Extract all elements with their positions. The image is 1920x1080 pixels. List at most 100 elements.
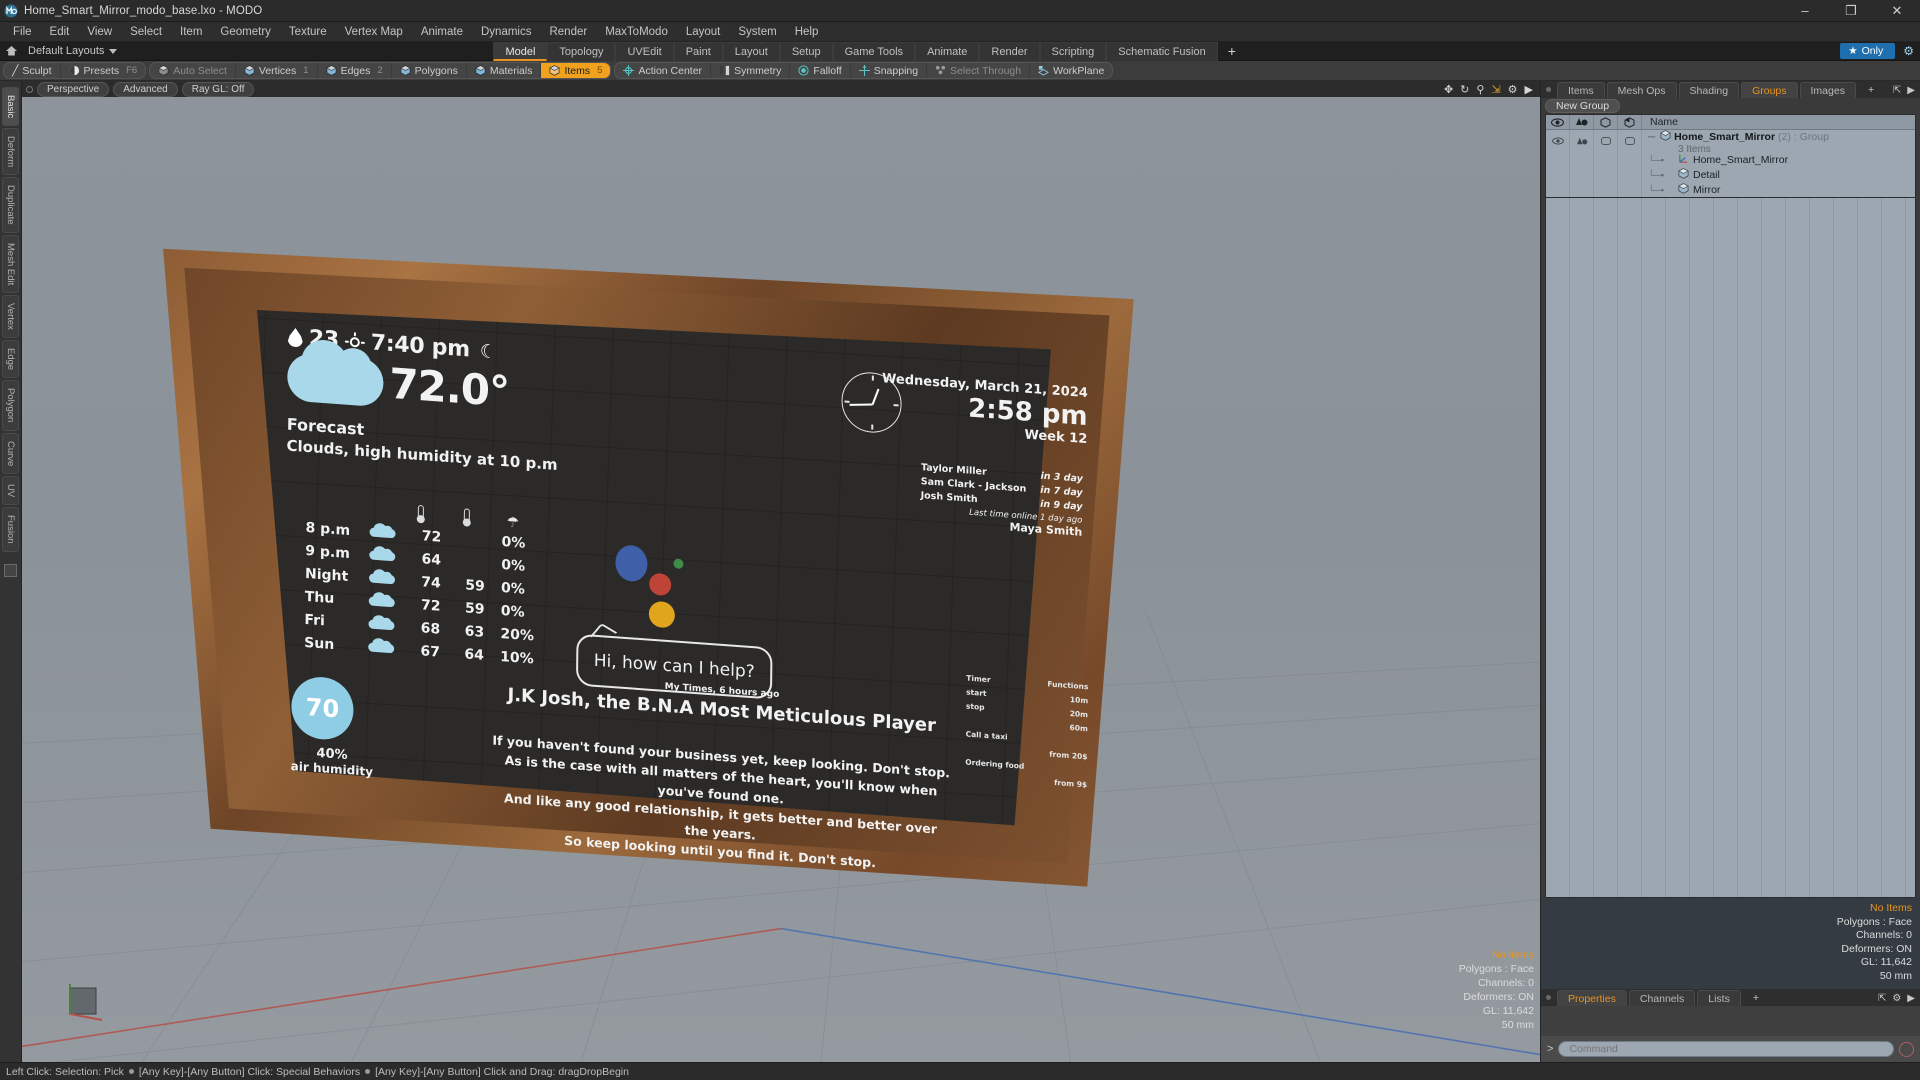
- rotate-icon[interactable]: ↻: [1460, 83, 1469, 96]
- viewport-pill-raygl[interactable]: Ray GL: Off: [181, 81, 255, 97]
- menu-item-edit[interactable]: Edit: [41, 24, 79, 40]
- add-properties-tab-button[interactable]: +: [1743, 990, 1769, 1006]
- mode-button-sculpt[interactable]: ╱ Sculpt: [4, 63, 61, 78]
- mode-button-workplane[interactable]: WorkPlane: [1030, 63, 1112, 78]
- mode-button-action-center[interactable]: Action Center: [615, 63, 712, 78]
- viewport-menu-dot-icon[interactable]: [26, 85, 33, 93]
- shade-column-cell[interactable]: [1618, 182, 1642, 197]
- render-column-cell[interactable]: [1570, 152, 1594, 167]
- chevron-right-icon[interactable]: ▶: [1907, 85, 1915, 96]
- menu-item-dynamics[interactable]: Dynamics: [472, 24, 540, 40]
- eye-column-cell[interactable]: [1546, 182, 1570, 197]
- move-icon[interactable]: ✥: [1444, 83, 1453, 96]
- shade-column-cell[interactable]: [1618, 167, 1642, 182]
- layout-tab-scripting[interactable]: Scripting: [1039, 41, 1107, 61]
- wire-column-cell[interactable]: [1594, 152, 1618, 167]
- mode-button-select-through[interactable]: Select Through: [927, 63, 1031, 78]
- properties-tab-properties[interactable]: Properties: [1557, 990, 1627, 1006]
- panel-tab-items[interactable]: Items: [1557, 82, 1605, 98]
- gear-icon[interactable]: ⚙: [1508, 83, 1518, 96]
- shaded-toggle[interactable]: [1618, 130, 1642, 152]
- tree-row-group[interactable]: ─ Home_Smart_Mirror (2): Group 3 Items: [1546, 130, 1915, 155]
- panel-menu-dot-icon[interactable]: [1546, 87, 1551, 92]
- layout-tab-model[interactable]: Model: [493, 41, 548, 61]
- rail-tab-vertex[interactable]: Vertex: [2, 295, 19, 339]
- mode-button-snapping[interactable]: Snapping: [851, 63, 928, 78]
- menu-item-select[interactable]: Select: [121, 24, 171, 40]
- menu-item-animate[interactable]: Animate: [412, 24, 472, 40]
- fit-icon[interactable]: ⇲: [1491, 83, 1500, 96]
- zoom-icon[interactable]: ⚲: [1476, 83, 1484, 96]
- tree-row-item[interactable]: └─▪ Home_Smart_Mirror: [1546, 152, 1915, 167]
- mode-button-symmetry[interactable]: Symmetry: [711, 63, 791, 78]
- tree-row-item[interactable]: └─▪ Detail: [1546, 167, 1915, 182]
- add-layout-tab-button[interactable]: +: [1218, 43, 1246, 59]
- panel-tab-mesh-ops[interactable]: Mesh Ops: [1606, 82, 1677, 98]
- mode-button-polygons[interactable]: Polygons: [392, 63, 467, 78]
- menu-item-geometry[interactable]: Geometry: [211, 24, 280, 40]
- viewport-pill-advanced[interactable]: Advanced: [113, 81, 178, 97]
- shade-column-cell[interactable]: [1618, 152, 1642, 167]
- menu-item-layout[interactable]: Layout: [677, 24, 730, 40]
- render-visibility-icon[interactable]: [1570, 130, 1594, 152]
- rail-tab-curve[interactable]: Curve: [2, 432, 19, 475]
- wire-column-cell[interactable]: [1594, 167, 1618, 182]
- eye-column-cell[interactable]: [1546, 152, 1570, 167]
- chevron-right-icon[interactable]: ▶: [1907, 993, 1915, 1004]
- rail-tab-duplicate[interactable]: Duplicate: [2, 177, 19, 233]
- menu-item-file[interactable]: File: [4, 24, 41, 40]
- rail-tab-uv[interactable]: UV: [2, 476, 19, 506]
- record-icon[interactable]: [1899, 1041, 1914, 1057]
- close-button[interactable]: ✕: [1874, 0, 1920, 22]
- menu-item-render[interactable]: Render: [540, 24, 596, 40]
- tree-expander[interactable]: ─: [1648, 132, 1657, 143]
- minimize-button[interactable]: –: [1782, 0, 1828, 22]
- chevron-right-icon[interactable]: ▶: [1525, 83, 1533, 96]
- rail-tab-edge[interactable]: Edge: [2, 340, 19, 379]
- layout-tab-layout[interactable]: Layout: [722, 41, 780, 61]
- mode-button-falloff[interactable]: Falloff: [790, 63, 851, 78]
- properties-tab-channels[interactable]: Channels: [1628, 990, 1696, 1006]
- menu-item-help[interactable]: Help: [786, 24, 828, 40]
- wire-column-cell[interactable]: [1594, 182, 1618, 197]
- rail-color-swatch[interactable]: [4, 563, 17, 577]
- expand-icon[interactable]: ⇱: [1878, 993, 1886, 1004]
- layout-preset-dropdown[interactable]: Default Layouts: [22, 45, 123, 57]
- rail-tab-polygon[interactable]: Polygon: [2, 380, 19, 431]
- panel-tab-images[interactable]: Images: [1799, 82, 1856, 98]
- menu-item-maxtomodo[interactable]: MaxToModo: [596, 24, 677, 40]
- menu-item-vertex-map[interactable]: Vertex Map: [336, 24, 412, 40]
- rail-tab-basic[interactable]: Basic: [2, 87, 19, 127]
- viewport-3d[interactable]: 23 7:40 pm ☾: [22, 97, 1540, 1062]
- wireframe-toggle[interactable]: [1594, 130, 1618, 152]
- layout-tab-schematic-fusion[interactable]: Schematic Fusion: [1106, 41, 1218, 61]
- render-column-cell[interactable]: [1570, 167, 1594, 182]
- mode-button-presets[interactable]: Presets F6: [61, 63, 146, 78]
- mode-button-auto-select[interactable]: Auto Select: [150, 63, 236, 78]
- maximize-button[interactable]: ❐: [1828, 0, 1874, 22]
- rail-tab-deform[interactable]: Deform: [2, 128, 19, 176]
- eye-icon[interactable]: [1546, 130, 1570, 152]
- only-button[interactable]: ★ Only: [1840, 43, 1896, 59]
- render-column-cell[interactable]: [1570, 182, 1594, 197]
- panel-tab-shading[interactable]: Shading: [1678, 82, 1740, 98]
- layout-tab-topology[interactable]: Topology: [547, 41, 616, 61]
- home-icon[interactable]: [0, 42, 22, 61]
- layout-tab-render[interactable]: Render: [979, 41, 1040, 61]
- layout-tab-uvedit[interactable]: UVEdit: [615, 41, 674, 61]
- layout-tab-setup[interactable]: Setup: [779, 41, 833, 61]
- layout-tab-game-tools[interactable]: Game Tools: [832, 41, 916, 61]
- gear-icon[interactable]: ⚙: [1892, 993, 1901, 1004]
- menu-item-system[interactable]: System: [729, 24, 785, 40]
- mode-button-items[interactable]: Items 5: [541, 63, 611, 78]
- smart-mirror-model[interactable]: 23 7:40 pm ☾: [152, 227, 1162, 907]
- properties-menu-dot-icon[interactable]: [1546, 995, 1551, 1000]
- tree-row-item[interactable]: └─▪ Mirror: [1546, 182, 1915, 197]
- properties-tab-lists[interactable]: Lists: [1697, 990, 1741, 1006]
- add-panel-tab-button[interactable]: +: [1858, 82, 1884, 98]
- menu-item-item[interactable]: Item: [171, 24, 211, 40]
- panel-tab-groups[interactable]: Groups: [1741, 82, 1798, 98]
- rail-tab-fusion[interactable]: Fusion: [2, 507, 19, 552]
- eye-column-cell[interactable]: [1546, 167, 1570, 182]
- menu-item-view[interactable]: View: [78, 24, 121, 40]
